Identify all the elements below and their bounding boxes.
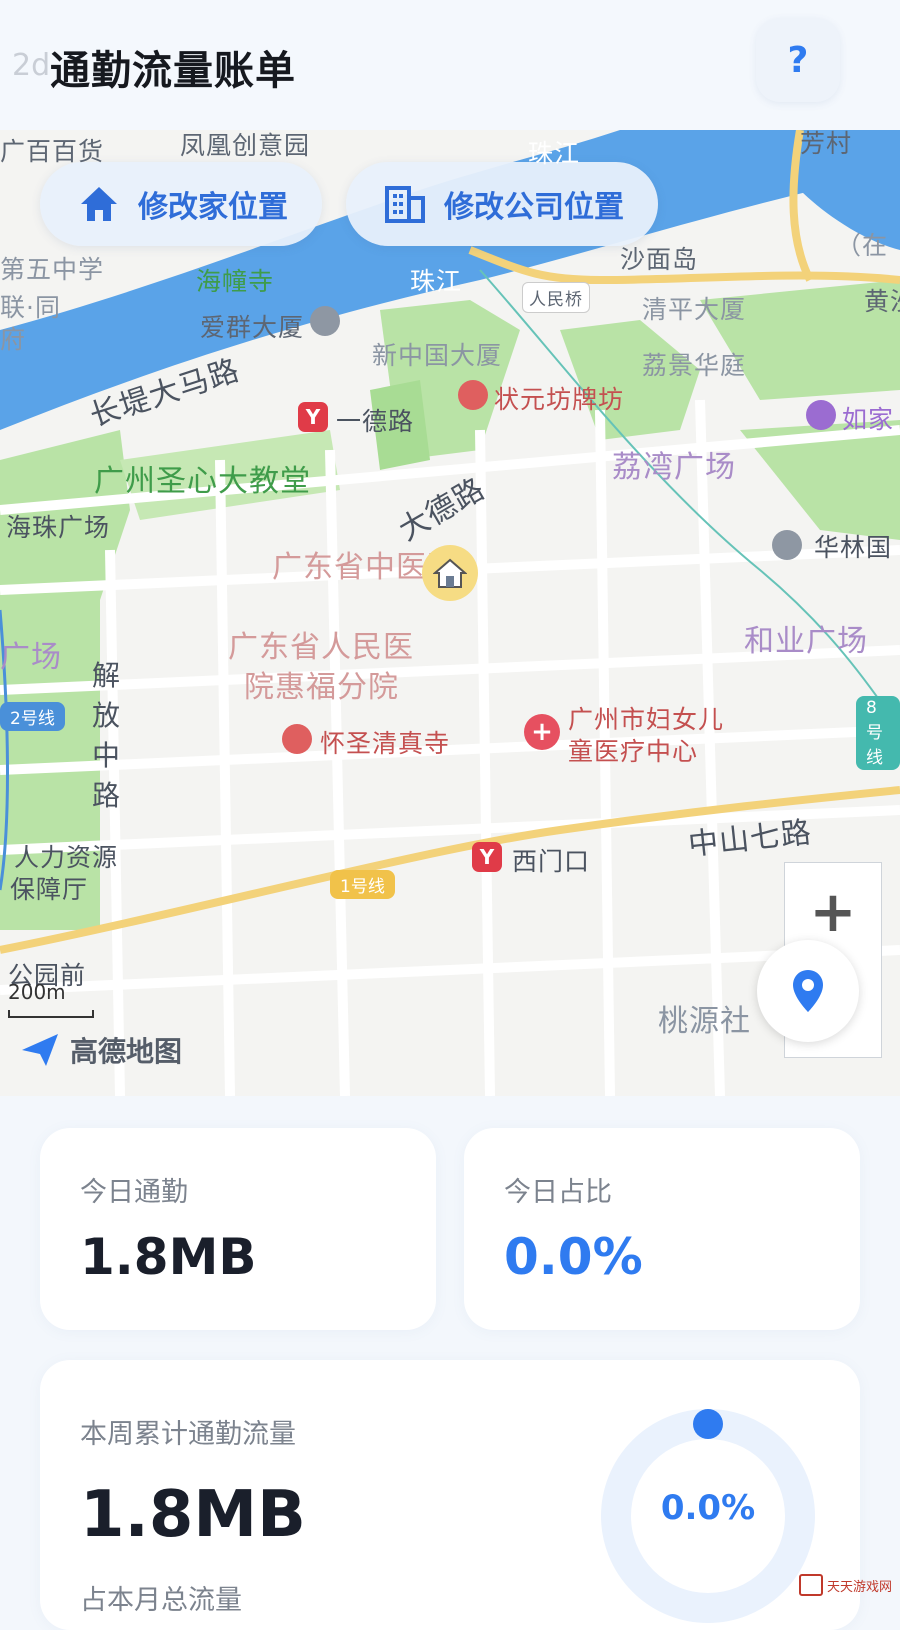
map-label: 院惠福分院 [244,670,399,705]
building-icon [385,186,425,223]
home-icon [81,187,117,221]
today-commute-value: 1.8MB [80,1228,257,1286]
map-label: 如家 [842,405,895,434]
map-label: 黄沙 [864,287,900,316]
map-label: 清平大厦 [642,295,747,324]
hotel-pin-icon [806,400,836,430]
page-title: 通勤流量账单 [50,48,296,94]
map-label: 沙面岛 [620,245,699,274]
metro-line-tag: 2号线 [0,702,65,731]
poi-pin-icon [772,530,802,560]
map-label: （在 [836,231,889,260]
map-label: 西门口 [512,847,591,876]
ring-value: 0.0% [660,1488,756,1528]
today-ratio-label: 今日占比 [504,1177,612,1208]
map-label: 海珠广场 [6,513,111,542]
map-label: 和业广场 [744,624,868,659]
map-label: 爱群大厦 [200,313,305,342]
weekly-commute-card: 本周累计通勤流量 1.8MB 占本月总流量 0.0% [40,1360,860,1630]
map-label: 华林国 [814,533,893,562]
map-label: 怀圣清真寺 [320,729,451,758]
metro-station-icon: Y [298,402,328,432]
map-scale-label: 200m [8,980,66,1004]
map-label: 广州圣心大教堂 [94,464,311,499]
map-scale-bar [8,1010,94,1018]
amap-logo-text: 高德地图 [70,1035,183,1068]
map-label: 一德路 [336,407,415,436]
metro-line-tag: 8号线 [856,696,900,770]
amap-logo-icon [22,1034,58,1066]
map-label: 桃源社 [658,1004,751,1039]
map-label: 广东省人民医 [228,630,414,665]
poi-pin-icon [310,306,340,336]
house-icon [433,558,467,588]
today-ratio-card: 今日占比 0.0% [464,1128,860,1330]
map-label: 珠江 [410,267,463,296]
map-label: 联·同 [0,293,61,322]
edit-home-label: 修改家位置 [138,190,288,225]
top-header: 2d 通勤流量账单 ? [0,0,900,130]
map-view[interactable]: 修改家位置 修改公司位置 广百百货 凤凰创意园 珠江 芳村 第五中学 海幢寺 珠… [0,130,900,1096]
help-button[interactable]: ? [756,18,840,102]
map-label: 状元坊牌坊 [494,385,625,414]
today-commute-label: 今日通勤 [80,1177,188,1208]
map-label: 人力资源 [14,843,119,872]
amap-logo: 高德地图 [20,1030,182,1070]
map-label: 广百百货 [0,137,105,166]
map-label: 童医疗中心 [568,737,699,766]
mosque-pin-icon [282,724,312,754]
map-label: 珠江 [528,139,581,168]
map-label: 广场 [0,640,62,675]
today-ratio-value: 0.0% [504,1228,643,1286]
map-label: 保障厅 [10,875,89,904]
map-label: 解放中路 [92,659,122,812]
weekly-commute-value: 1.8MB [80,1478,306,1552]
landmark-pin-icon [458,380,488,410]
map-label: 芳村 [800,130,853,158]
watermark-text: 天天游戏网 [826,1579,892,1595]
watermark: 天天游戏网 [798,1574,892,1596]
map-label: 凤凰创意园 [180,131,311,160]
location-pin-icon [793,970,823,1012]
weekly-commute-label: 本周累计通勤流量 [80,1419,296,1450]
edit-company-button[interactable]: 修改公司位置 [346,162,658,246]
map-label: 第五中学 [0,255,105,284]
map-label: 新中国大厦 [372,341,503,370]
metro-line-tag: 1号线 [330,870,395,899]
header-ghost-text: 2d [12,48,51,83]
map-label: 荔景华庭 [642,351,747,380]
map-label: 人民桥 [522,282,590,313]
help-icon: ? [787,39,809,81]
hospital-pin-icon: + [524,714,560,750]
home-location-marker[interactable] [422,545,478,601]
map-label: 荔湾广场 [612,450,736,485]
edit-home-button[interactable]: 修改家位置 [40,162,322,246]
edit-company-label: 修改公司位置 [444,190,624,225]
map-label: 府 [0,325,27,354]
metro-station-icon: Y [472,842,502,872]
watermark-icon [798,1574,823,1596]
map-label: 海幢寺 [196,267,275,296]
map-label: 广州市妇女儿 [568,705,725,734]
locate-button[interactable] [757,940,859,1042]
weekly-sub-label: 占本月总流量 [80,1585,242,1616]
today-commute-card: 今日通勤 1.8MB [40,1128,436,1330]
